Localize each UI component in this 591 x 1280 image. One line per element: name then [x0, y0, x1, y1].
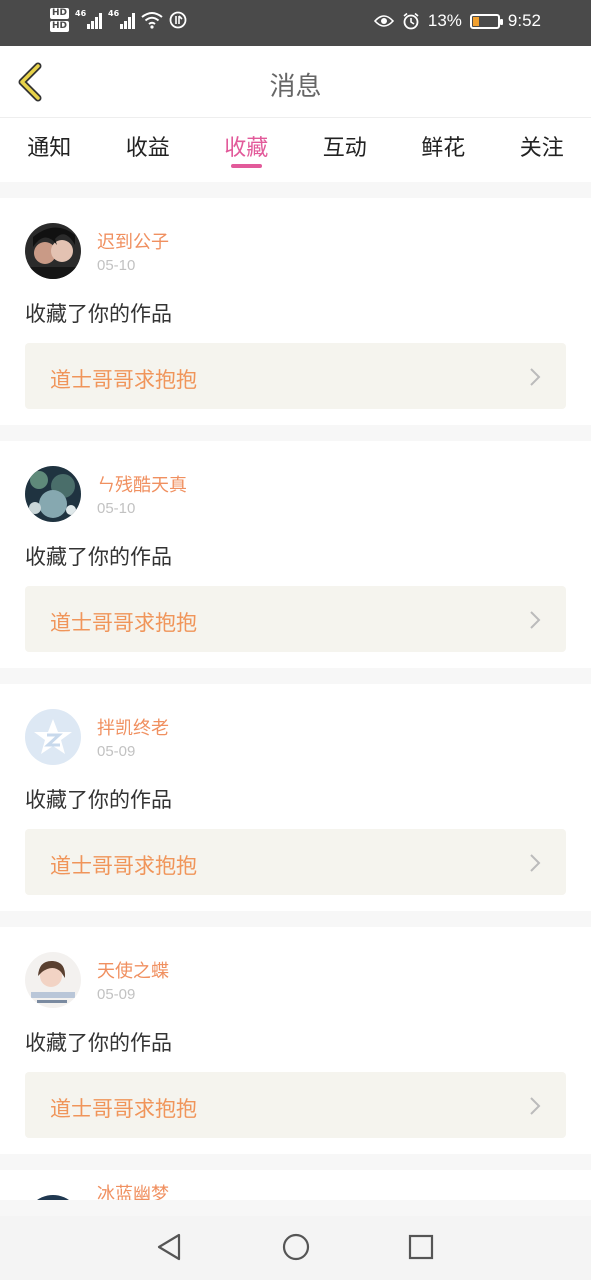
tab-interactions[interactable]: 互动	[296, 118, 395, 182]
user-name[interactable]: 冰蓝幽梦	[97, 1180, 169, 1200]
work-title: 道士哥哥求抱抱	[50, 1097, 197, 1121]
app-header: 消息	[0, 46, 591, 118]
status-left: HD HD 46 46	[50, 8, 187, 32]
work-title: 道士哥哥求抱抱	[50, 854, 197, 878]
avatar[interactable]	[25, 1195, 81, 1200]
tab-notifications[interactable]: 通知	[0, 118, 99, 182]
work-title: 道士哥哥求抱抱	[50, 611, 197, 635]
signal-icon: 46	[75, 9, 103, 29]
message-date: 05-10	[97, 500, 136, 517]
data-saver-icon	[169, 11, 187, 29]
message-card: 天使之蝶 05-09 收藏了你的作品 道士哥哥求抱抱	[0, 927, 591, 1154]
avatar[interactable]	[25, 466, 81, 522]
avatar[interactable]	[25, 709, 81, 765]
message-date: 05-10	[97, 257, 136, 274]
avatar[interactable]	[25, 952, 81, 1008]
user-name[interactable]: 迟到公子	[97, 228, 169, 254]
tab-bar: 通知 收益 收藏 互动 鲜花 关注	[0, 118, 591, 182]
message-text: 收藏了你的作品	[25, 545, 172, 569]
tab-favorites[interactable]: 收藏	[197, 118, 296, 182]
page-title: 消息	[269, 72, 322, 102]
recents-square-icon[interactable]	[407, 1232, 435, 1262]
battery-percent: 13%	[427, 11, 462, 30]
hd-badge-2: HD	[50, 21, 70, 32]
message-date: 05-09	[97, 986, 136, 1003]
user-name[interactable]: 拌凯终老	[97, 714, 169, 740]
wifi-icon	[141, 12, 163, 29]
avatar[interactable]	[25, 223, 81, 279]
clock: 9:52	[507, 11, 541, 30]
message-text: 收藏了你的作品	[25, 788, 172, 812]
battery-icon	[469, 13, 503, 29]
tab-follows[interactable]: 关注	[493, 118, 591, 182]
chevron-right-icon	[530, 1097, 541, 1115]
back-triangle-icon[interactable]	[155, 1232, 183, 1262]
work-link[interactable]: 道士哥哥求抱抱	[25, 829, 566, 895]
work-link[interactable]: 道士哥哥求抱抱	[25, 586, 566, 652]
system-nav-bar	[0, 1216, 591, 1280]
status-bar: HD HD 46 46 13% 9:52	[0, 0, 591, 46]
work-link[interactable]: 道士哥哥求抱抱	[25, 343, 566, 409]
message-list: 迟到公子 05-10 收藏了你的作品 道士哥哥求抱抱 ㄣ残酷天真 05-10 收…	[0, 198, 591, 1200]
chevron-right-icon	[530, 368, 541, 386]
work-title: 道士哥哥求抱抱	[50, 368, 197, 392]
chevron-right-icon	[530, 854, 541, 872]
user-name[interactable]: ㄣ残酷天真	[97, 471, 187, 497]
alarm-icon	[403, 12, 419, 30]
work-link[interactable]: 道士哥哥求抱抱	[25, 1072, 566, 1138]
message-card: 迟到公子 05-10 收藏了你的作品 道士哥哥求抱抱	[0, 198, 591, 425]
message-text: 收藏了你的作品	[25, 1031, 172, 1055]
status-right: 13% 9:52	[373, 11, 541, 31]
signal-icon: 46	[108, 9, 136, 29]
tab-flowers[interactable]: 鲜花	[394, 118, 493, 182]
user-name[interactable]: 天使之蝶	[97, 957, 169, 983]
message-date: 05-09	[97, 743, 136, 760]
message-card: 冰蓝幽梦	[0, 1170, 591, 1200]
home-circle-icon[interactable]	[281, 1232, 311, 1262]
tab-earnings[interactable]: 收益	[99, 118, 198, 182]
eye-icon	[373, 15, 394, 27]
chevron-right-icon	[530, 611, 541, 629]
message-card: ㄣ残酷天真 05-10 收藏了你的作品 道士哥哥求抱抱	[0, 441, 591, 668]
message-text: 收藏了你的作品	[25, 302, 172, 326]
hd-badges: HD HD	[50, 8, 70, 32]
hd-badge-1: HD	[50, 8, 70, 19]
message-card: 拌凯终老 05-09 收藏了你的作品 道士哥哥求抱抱	[0, 684, 591, 911]
